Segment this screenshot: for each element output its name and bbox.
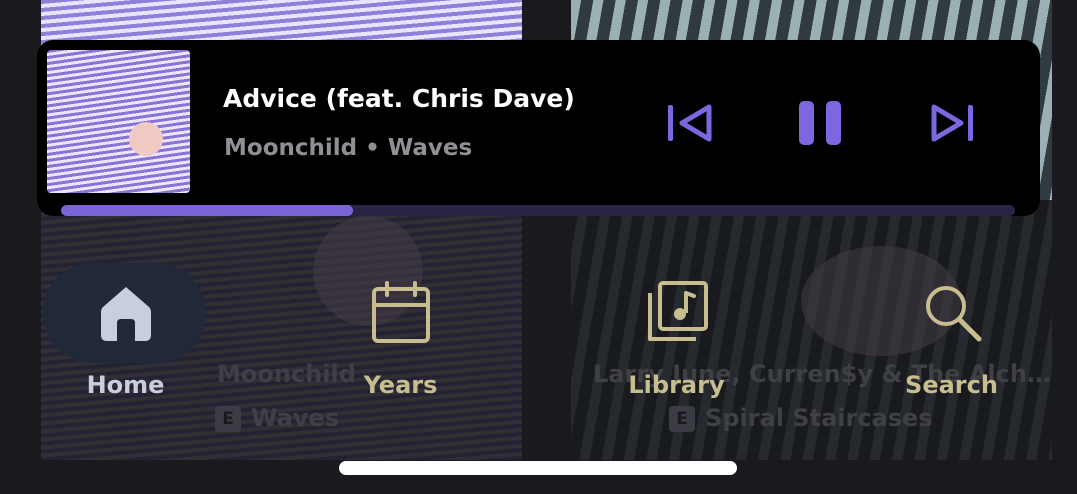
tab-library[interactable]: Library [594, 263, 759, 413]
skip-previous-button[interactable] [665, 98, 715, 148]
home-indicator[interactable] [339, 461, 737, 475]
tab-years[interactable]: Years [318, 263, 483, 413]
calendar-icon [371, 281, 430, 343]
playback-progress-bar[interactable] [61, 205, 1015, 216]
now-playing-bar[interactable]: Advice (feat. Chris Dave) Moonchild • Wa… [37, 40, 1040, 216]
search-icon [925, 286, 981, 342]
now-playing-album-art [47, 50, 190, 193]
tab-label: Home [86, 371, 165, 399]
skip-next-icon [931, 104, 973, 142]
explicit-badge: E [215, 406, 241, 432]
playback-progress-fill [61, 205, 353, 216]
pause-button[interactable] [795, 98, 845, 148]
tab-label: Years [363, 371, 438, 399]
home-icon [100, 287, 151, 341]
tab-label: Search [905, 371, 998, 399]
now-playing-title: Advice (feat. Chris Dave) [223, 84, 575, 113]
tab-home[interactable]: Home [43, 263, 208, 413]
now-playing-subtitle: Moonchild • Waves [224, 135, 473, 161]
pause-icon [799, 101, 841, 145]
skip-next-button[interactable] [928, 98, 978, 148]
tab-search[interactable]: Search [869, 263, 1034, 413]
library-icon [647, 281, 708, 341]
album-art-sun-shape [129, 122, 163, 156]
tab-label: Library [628, 371, 725, 399]
skip-previous-icon [668, 104, 712, 142]
